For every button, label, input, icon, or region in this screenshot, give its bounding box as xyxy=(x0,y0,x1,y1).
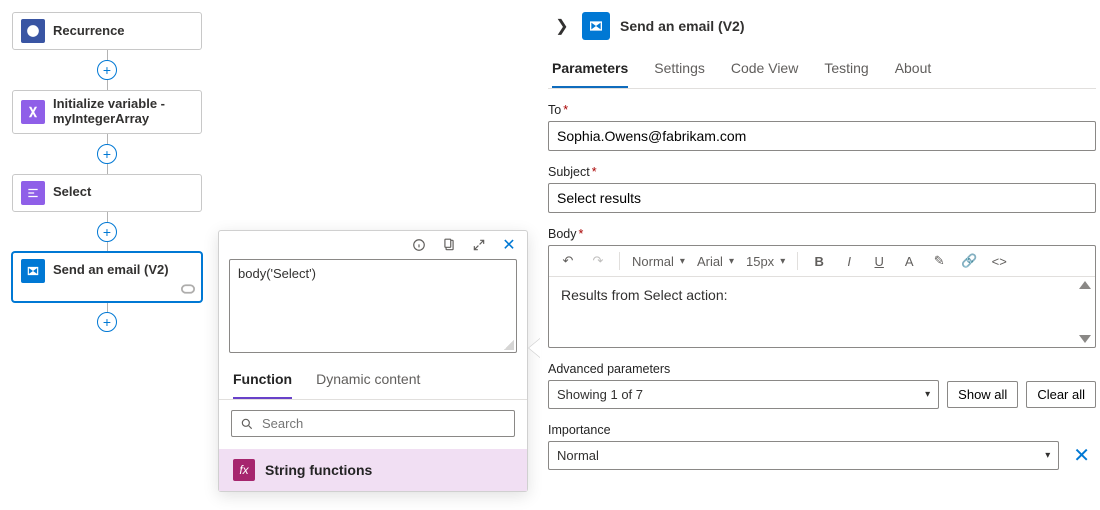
advanced-params-summary: Showing 1 of 7 xyxy=(557,387,643,402)
tab-dynamic-content[interactable]: Dynamic content xyxy=(316,365,420,399)
expand-icon[interactable] xyxy=(471,237,487,253)
italic-icon[interactable]: I xyxy=(840,254,858,269)
chevron-down-icon: ▾ xyxy=(729,256,734,267)
fx-icon: fx xyxy=(233,459,255,481)
chevron-down-icon: ▾ xyxy=(780,256,785,267)
bold-icon[interactable]: B xyxy=(810,254,828,269)
subject-label: Subject* xyxy=(548,165,1096,179)
function-category-label: String functions xyxy=(265,462,372,478)
connector: + xyxy=(12,134,202,174)
search-icon xyxy=(240,417,254,431)
tab-settings[interactable]: Settings xyxy=(654,54,705,88)
panel-title: Send an email (V2) xyxy=(620,18,744,34)
undo-icon[interactable]: ↶ xyxy=(559,253,577,269)
flow-card-init-variable[interactable]: Initialize variable - myIntegerArray xyxy=(12,90,202,134)
tab-code-view[interactable]: Code View xyxy=(731,54,798,88)
rte-toolbar: ↶ ↷ Normal▾ Arial▾ 15px▾ B I U A ✎ 🔗 <> xyxy=(549,246,1095,277)
highlight-icon[interactable]: ✎ xyxy=(930,253,948,269)
link-icon[interactable]: 🔗 xyxy=(960,253,978,269)
clear-all-button[interactable]: Clear all xyxy=(1026,381,1096,408)
size-select[interactable]: 15px▾ xyxy=(746,254,785,269)
importance-value: Normal xyxy=(557,448,599,463)
advanced-params-label: Advanced parameters xyxy=(548,362,1096,376)
info-icon[interactable] xyxy=(411,237,427,253)
chevron-down-icon: ▾ xyxy=(1045,450,1050,461)
body-text-input[interactable]: Results from Select action: xyxy=(549,277,1095,347)
expression-input[interactable]: body('Select') xyxy=(229,259,517,353)
flow-card-send-email[interactable]: Send an email (V2) xyxy=(12,252,202,302)
flow-card-label: Recurrence xyxy=(53,24,125,39)
connector: + xyxy=(12,302,202,332)
scroll-up-icon[interactable] xyxy=(1079,281,1091,289)
tab-function[interactable]: Function xyxy=(233,365,292,399)
redo-icon[interactable]: ↷ xyxy=(589,253,607,269)
add-step-button[interactable]: + xyxy=(97,312,117,332)
add-step-button[interactable]: + xyxy=(97,60,117,80)
remove-param-button[interactable]: ✕ xyxy=(1067,443,1096,468)
add-step-button[interactable]: + xyxy=(97,144,117,164)
font-select[interactable]: Arial▾ xyxy=(697,254,734,269)
clipboard-icon[interactable] xyxy=(441,237,457,253)
flow-card-recurrence[interactable]: Recurrence xyxy=(12,12,202,50)
clock-icon xyxy=(21,19,45,43)
importance-label: Importance xyxy=(548,423,1096,437)
code-icon[interactable]: <> xyxy=(990,254,1008,269)
config-tabs: Parameters Settings Code View Testing Ab… xyxy=(548,48,1096,89)
action-config-panel: ❯ Send an email (V2) Parameters Settings… xyxy=(548,6,1096,470)
outlook-icon xyxy=(582,12,610,40)
style-select[interactable]: Normal▾ xyxy=(632,254,685,269)
flow-card-label: Send an email (V2) xyxy=(53,263,169,278)
add-step-button[interactable]: + xyxy=(97,222,117,242)
select-icon xyxy=(21,181,45,205)
tab-parameters[interactable]: Parameters xyxy=(552,54,628,88)
show-all-button[interactable]: Show all xyxy=(947,381,1018,408)
dynamic-content-indicator-icon xyxy=(181,282,195,297)
variable-icon xyxy=(21,100,45,124)
panel-pointer-icon xyxy=(529,338,541,358)
workflow-designer-column: Recurrence + Initialize variable - myInt… xyxy=(12,12,202,332)
expression-toolbar: ✕ xyxy=(219,231,527,259)
body-editor: ↶ ↷ Normal▾ Arial▾ 15px▾ B I U A ✎ 🔗 <> … xyxy=(548,245,1096,348)
flow-card-label: Initialize variable - myIntegerArray xyxy=(53,97,165,127)
underline-icon[interactable]: U xyxy=(870,254,888,269)
function-search-input[interactable] xyxy=(231,410,515,437)
close-icon[interactable]: ✕ xyxy=(501,237,517,253)
connector: + xyxy=(12,212,202,252)
subject-field[interactable] xyxy=(548,183,1096,213)
tab-testing[interactable]: Testing xyxy=(824,54,868,88)
expression-tabs: Function Dynamic content xyxy=(219,361,527,400)
chevron-down-icon: ▾ xyxy=(925,389,930,400)
function-category-string[interactable]: fx String functions xyxy=(219,449,527,491)
flow-card-select[interactable]: Select xyxy=(12,174,202,212)
body-label: Body* xyxy=(548,227,1096,241)
collapse-panel-button[interactable]: ❯ xyxy=(552,16,572,36)
tab-about[interactable]: About xyxy=(895,54,932,88)
scroll-down-icon[interactable] xyxy=(1079,335,1091,343)
importance-select[interactable]: Normal ▾ xyxy=(548,441,1059,470)
body-text-value: Results from Select action: xyxy=(561,287,728,303)
connector: + xyxy=(12,50,202,90)
flow-card-label: Select xyxy=(53,185,91,200)
font-color-icon[interactable]: A xyxy=(900,254,918,269)
chevron-down-icon: ▾ xyxy=(680,256,685,267)
to-label: To* xyxy=(548,103,1096,117)
expression-editor-panel: ✕ body('Select') Function Dynamic conten… xyxy=(218,230,528,492)
advanced-params-select[interactable]: Showing 1 of 7 ▾ xyxy=(548,380,939,409)
outlook-icon xyxy=(21,259,45,283)
to-field[interactable] xyxy=(548,121,1096,151)
